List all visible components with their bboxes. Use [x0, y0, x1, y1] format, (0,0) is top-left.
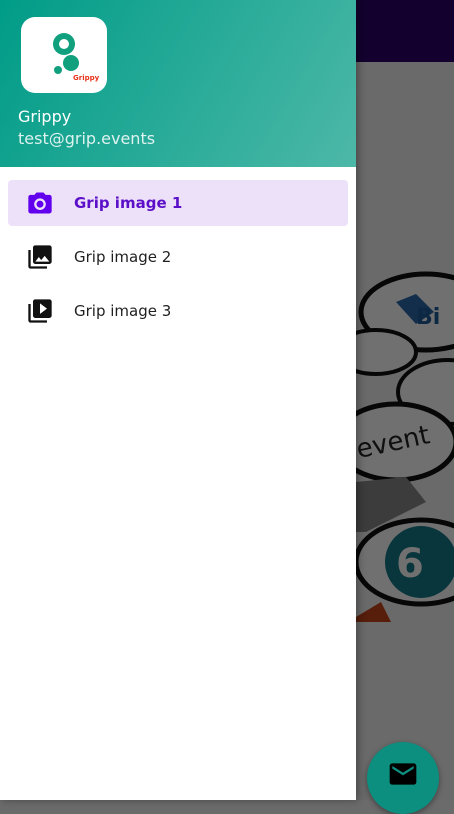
drawer-item-label: Grip image 3 — [74, 302, 172, 320]
account-email: test@grip.events — [18, 129, 156, 148]
drawer-item-grip-image-1[interactable]: Grip image 1 — [8, 180, 348, 226]
logo-text: Grippy — [73, 74, 100, 82]
mail-icon — [389, 763, 417, 785]
drawer-item-label: Grip image 2 — [74, 248, 172, 266]
drawer-item-grip-image-2[interactable]: Grip image 2 — [8, 234, 348, 280]
app-logo: Grippy — [21, 17, 107, 93]
fab-button[interactable] — [367, 742, 439, 814]
drawer-header: Grippy Grippy test@grip.events — [0, 0, 356, 167]
account-name: Grippy — [18, 107, 72, 126]
photo-library-icon — [24, 241, 56, 273]
camera-icon — [24, 187, 56, 219]
drawer-item-label: Grip image 1 — [74, 194, 183, 212]
drawer-item-grip-image-3[interactable]: Grip image 3 — [8, 288, 348, 334]
drawer-menu: Grip image 1 Grip image 2 Grip image 3 — [0, 180, 356, 342]
navigation-drawer: Grippy Grippy test@grip.events Grip imag… — [0, 0, 356, 800]
video-library-icon — [24, 295, 56, 327]
